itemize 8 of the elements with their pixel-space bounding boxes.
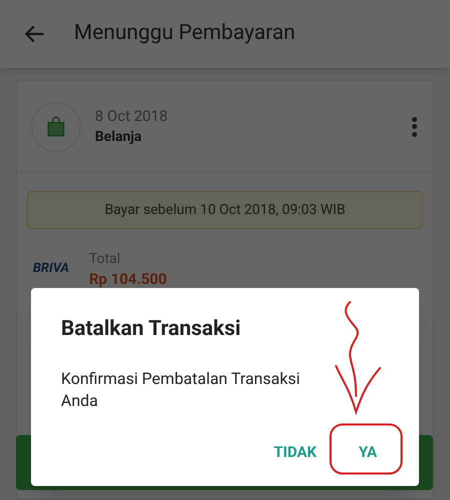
deadline-banner: Bayar sebelum 10 Oct 2018, 09:03 WIB xyxy=(27,191,423,229)
dialog-message: Konfirmasi Pembatalan Transaksi Anda xyxy=(61,368,301,412)
order-category: Belanja xyxy=(95,128,143,148)
bank-logo: BRIVA xyxy=(33,260,70,278)
cancel-button[interactable]: TIDAK xyxy=(254,432,337,472)
page-title: Menunggu Pembayaran xyxy=(74,20,296,48)
total-amount: Rp 104.500 xyxy=(89,269,167,289)
dialog-title: Batalkan Transaksi xyxy=(61,316,242,343)
